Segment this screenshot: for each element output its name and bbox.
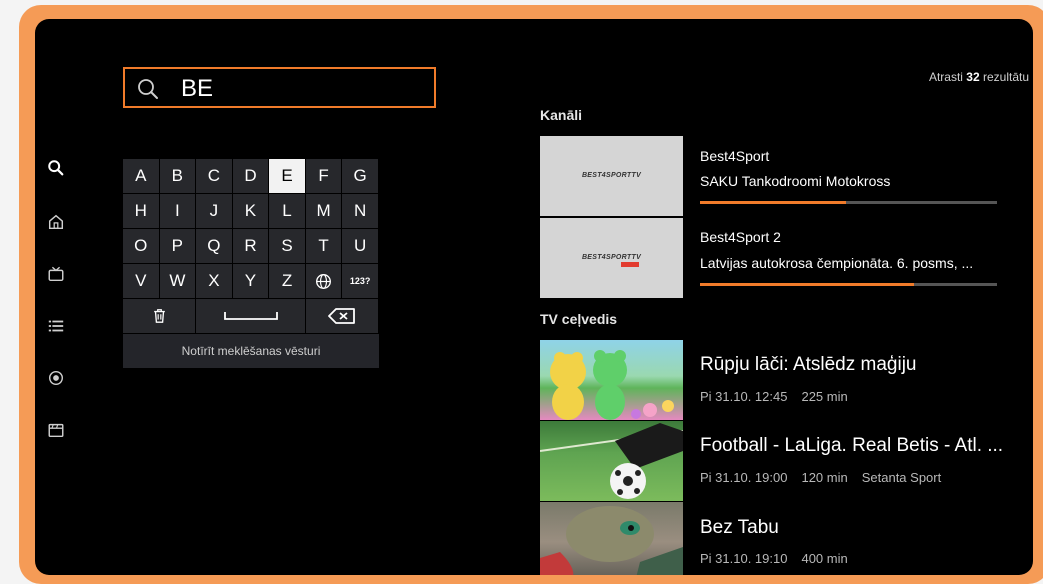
tv-screen: BE A B C D E F G H I J K L M N O P Q R S… bbox=[35, 19, 1033, 575]
record-icon[interactable] bbox=[47, 369, 67, 389]
key-e[interactable]: E bbox=[269, 159, 306, 194]
globe-icon[interactable] bbox=[305, 264, 343, 299]
program-channel: Setanta Sport bbox=[861, 470, 942, 485]
keyboard-row: H I J K L M N bbox=[123, 194, 379, 229]
program-title[interactable]: Bez Tabu bbox=[700, 517, 1015, 539]
channel-thumbnail[interactable]: BEST4SPORTTV bbox=[540, 218, 683, 298]
key-d[interactable]: D bbox=[232, 159, 270, 194]
space-key[interactable] bbox=[196, 299, 306, 334]
search-query: BE bbox=[181, 75, 214, 102]
keyboard-row: O P Q R S T U bbox=[123, 229, 379, 264]
key-l[interactable]: L bbox=[269, 194, 306, 229]
care-bears-image bbox=[550, 350, 674, 420]
bez-tabu-image bbox=[540, 506, 683, 575]
program-thumbnail[interactable] bbox=[540, 502, 683, 575]
key-x[interactable]: X bbox=[196, 264, 233, 299]
program-duration: 120 min bbox=[801, 470, 848, 485]
keyboard-row: V W X Y Z 123? bbox=[123, 264, 379, 299]
key-v[interactable]: V bbox=[123, 264, 160, 299]
guide-section-title: TV ceļvedis bbox=[540, 311, 618, 327]
key-g[interactable]: G bbox=[342, 159, 379, 194]
key-t[interactable]: T bbox=[305, 229, 343, 264]
key-s[interactable]: S bbox=[269, 229, 306, 264]
keyboard-row bbox=[123, 299, 379, 334]
channel-logo: BEST4SPORTTV bbox=[581, 254, 642, 261]
key-q[interactable]: Q bbox=[196, 229, 233, 264]
key-r[interactable]: R bbox=[232, 229, 270, 264]
progress-bar bbox=[700, 283, 997, 286]
results-count: Atrasti 32 rezultātu bbox=[929, 70, 1029, 84]
key-z[interactable]: Z bbox=[269, 264, 306, 299]
key-h[interactable]: H bbox=[123, 194, 160, 229]
progress-fill bbox=[700, 201, 846, 204]
program-title[interactable]: Rūpju lāči: Atslēdz maģiju bbox=[700, 354, 1015, 376]
program-date: Pi 31.10. 12:45 bbox=[700, 389, 788, 404]
key-o[interactable]: O bbox=[123, 229, 160, 264]
program-title[interactable]: Football - LaLiga. Real Betis - Atl. ... bbox=[700, 435, 1015, 457]
key-a[interactable]: A bbox=[123, 159, 160, 194]
results-count-suffix: rezultātu bbox=[979, 70, 1029, 84]
program-thumbnail[interactable] bbox=[540, 340, 683, 420]
key-b[interactable]: B bbox=[159, 159, 197, 194]
delete-history-icon[interactable] bbox=[123, 299, 196, 334]
key-n[interactable]: N bbox=[342, 194, 379, 229]
key-y[interactable]: Y bbox=[232, 264, 270, 299]
channel-name: Best4Sport 2 bbox=[700, 229, 781, 245]
key-c[interactable]: C bbox=[196, 159, 233, 194]
home-icon[interactable] bbox=[47, 213, 67, 233]
program-thumbnail[interactable] bbox=[540, 421, 683, 501]
channel-program[interactable]: SAKU Tankodroomi Motokross bbox=[700, 173, 1015, 189]
search-field-icon bbox=[138, 79, 158, 99]
key-numbers[interactable]: 123? bbox=[342, 264, 379, 299]
program-date: Pi 31.10. 19:00 bbox=[700, 470, 788, 485]
key-i[interactable]: I bbox=[159, 194, 197, 229]
channel-thumbnail[interactable]: BEST4SPORTTV bbox=[540, 136, 683, 216]
progress-fill bbox=[700, 283, 914, 286]
channel-logo: BEST4SPORTTV bbox=[581, 172, 642, 179]
program-meta: Pi 31.10. 19:00 120 min Setanta Sport bbox=[700, 470, 955, 485]
on-screen-keyboard: A B C D E F G H I J K L M N O P Q R S T … bbox=[123, 159, 379, 368]
key-p[interactable]: P bbox=[159, 229, 197, 264]
results-count-prefix: Atrasti bbox=[928, 70, 967, 84]
program-duration: 400 min bbox=[801, 551, 848, 566]
clapper-icon[interactable] bbox=[47, 421, 67, 441]
program-date: Pi 31.10. 19:10 bbox=[700, 551, 788, 566]
key-j[interactable]: J bbox=[196, 194, 233, 229]
key-w[interactable]: W bbox=[159, 264, 197, 299]
results-count-number: 32 bbox=[966, 70, 980, 84]
list-icon[interactable] bbox=[47, 317, 67, 337]
search-input[interactable]: BE bbox=[123, 67, 436, 108]
search-icon[interactable] bbox=[47, 159, 67, 179]
channel-name: Best4Sport bbox=[700, 148, 770, 164]
key-f[interactable]: F bbox=[305, 159, 343, 194]
backspace-icon[interactable] bbox=[306, 299, 379, 334]
tv-icon[interactable] bbox=[47, 265, 67, 285]
channel-program[interactable]: Latvijas autokrosa čempionāta. 6. posms,… bbox=[700, 255, 1015, 271]
program-duration: 225 min bbox=[801, 389, 848, 404]
keyboard-row: A B C D E F G bbox=[123, 159, 379, 194]
football-image bbox=[540, 423, 683, 499]
program-meta: Pi 31.10. 12:45 225 min bbox=[700, 389, 862, 404]
key-m[interactable]: M bbox=[305, 194, 343, 229]
logo-accent bbox=[621, 262, 639, 267]
channels-section-title: Kanāli bbox=[540, 107, 583, 123]
program-meta: Pi 31.10. 19:10 400 min bbox=[700, 551, 862, 566]
key-k[interactable]: K bbox=[232, 194, 270, 229]
key-u[interactable]: U bbox=[342, 229, 379, 264]
clear-history-button[interactable]: Notīrīt meklēšanas vēsturi bbox=[123, 334, 379, 368]
progress-bar bbox=[700, 201, 997, 204]
